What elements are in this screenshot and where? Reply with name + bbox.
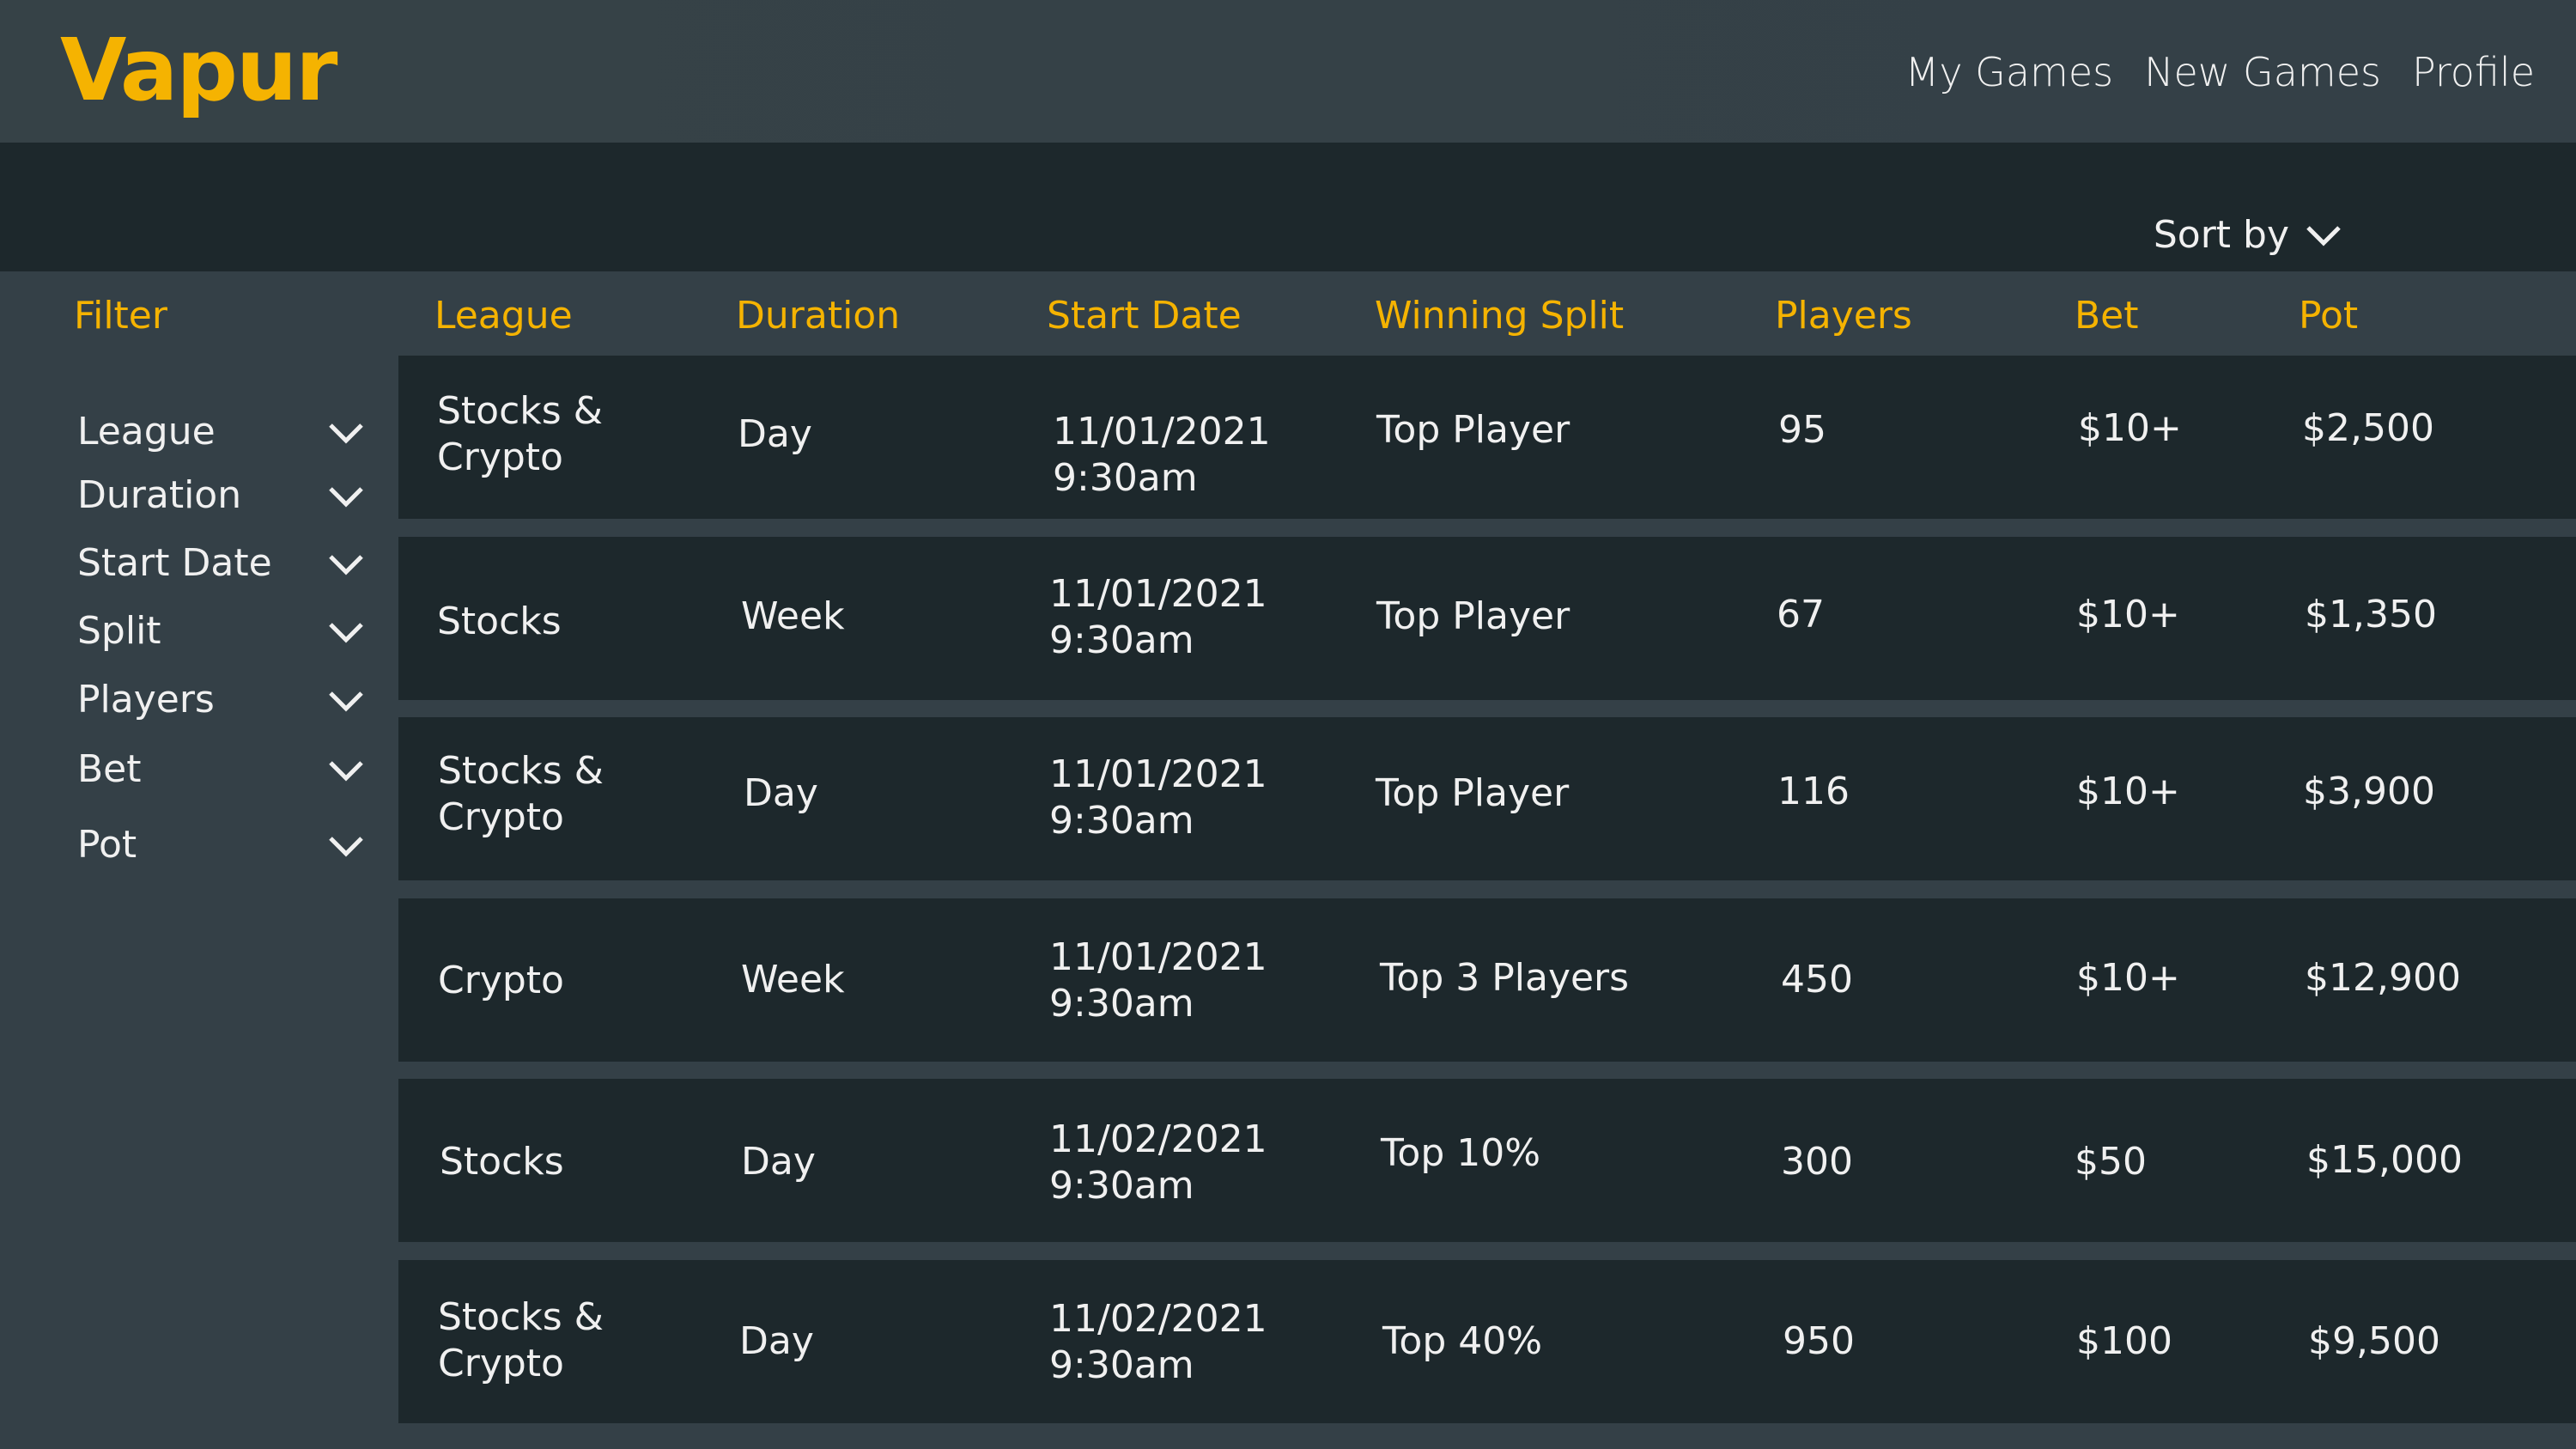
cell-pot: $2,500 bbox=[2302, 406, 2434, 450]
filter-sidebar: League Duration Start Date Split Players… bbox=[0, 357, 397, 1449]
filter-pot[interactable]: Pot bbox=[77, 817, 369, 874]
top-bar: Vapur My Games New Games Profile bbox=[0, 0, 2576, 143]
cell-start-date: 11/02/2021 9:30am bbox=[1049, 1117, 1267, 1208]
filter-league[interactable]: League bbox=[77, 404, 369, 460]
filter-split[interactable]: Split bbox=[77, 603, 369, 660]
cell-pot: $15,000 bbox=[2306, 1138, 2463, 1182]
table-row[interactable]: Stocks & Crypto Day 11/01/2021 9:30am To… bbox=[398, 356, 2576, 519]
cell-players: 67 bbox=[1777, 593, 1825, 636]
cell-winning-split: Top 40% bbox=[1382, 1319, 1543, 1363]
filter-duration[interactable]: Duration bbox=[77, 467, 369, 524]
chevron-down-icon bbox=[329, 691, 363, 712]
cell-winning-split: Top Player bbox=[1376, 408, 1571, 452]
column-header-row: Filter League Duration Start Date Winnin… bbox=[0, 271, 2576, 357]
sort-by-label: Sort by bbox=[2153, 213, 2289, 257]
cell-bet: $10+ bbox=[2076, 770, 2180, 813]
chevron-down-icon bbox=[329, 837, 363, 857]
cell-players: 300 bbox=[1781, 1140, 1853, 1184]
cell-bet: $10+ bbox=[2076, 956, 2180, 1000]
nav-new-games[interactable]: New Games bbox=[2144, 45, 2381, 100]
chevron-down-icon bbox=[2306, 226, 2341, 247]
filter-start-date[interactable]: Start Date bbox=[77, 535, 369, 592]
cell-start-date: 11/01/2021 9:30am bbox=[1049, 935, 1267, 1026]
nav-my-games[interactable]: My Games bbox=[1905, 45, 2113, 100]
filter-label: Start Date bbox=[77, 541, 272, 585]
column-header-winning-split[interactable]: Winning Split bbox=[1375, 290, 1624, 342]
cell-league: Stocks & Crypto bbox=[438, 1295, 604, 1385]
cell-duration: Week bbox=[741, 958, 845, 1002]
cell-league: Crypto bbox=[438, 959, 564, 1002]
chevron-down-icon bbox=[329, 555, 363, 575]
cell-winning-split: Top Player bbox=[1376, 771, 1570, 815]
cell-winning-split: Top 10% bbox=[1381, 1131, 1541, 1175]
cell-pot: $1,350 bbox=[2305, 593, 2437, 636]
cell-pot: $12,900 bbox=[2305, 956, 2461, 1000]
sort-by-dropdown[interactable]: Sort by bbox=[2154, 210, 2342, 261]
cell-pot: $9,500 bbox=[2308, 1319, 2440, 1363]
cell-bet: $100 bbox=[2076, 1319, 2172, 1363]
cell-start-date: 11/01/2021 9:30am bbox=[1049, 752, 1267, 843]
cell-start-date: 11/02/2021 9:30am bbox=[1049, 1297, 1267, 1387]
chevron-down-icon bbox=[329, 423, 363, 444]
cell-bet: $10+ bbox=[2076, 593, 2180, 636]
filter-heading: Filter bbox=[74, 294, 167, 338]
chevron-down-icon bbox=[329, 487, 363, 508]
filter-label: Pot bbox=[77, 823, 137, 867]
cell-players: 450 bbox=[1781, 958, 1853, 1002]
table-row[interactable]: Stocks & Crypto Day 11/02/2021 9:30am To… bbox=[398, 1260, 2576, 1423]
column-header-duration[interactable]: Duration bbox=[736, 290, 900, 342]
cell-players: 950 bbox=[1783, 1319, 1855, 1363]
filter-bet[interactable]: Bet bbox=[77, 741, 369, 798]
filter-label: Bet bbox=[77, 747, 142, 791]
cell-league: Stocks bbox=[440, 1140, 564, 1184]
chevron-down-icon bbox=[329, 761, 363, 782]
table-row[interactable]: Stocks & Crypto Day 11/01/2021 9:30am To… bbox=[398, 717, 2576, 880]
table-row[interactable]: Stocks Day 11/02/2021 9:30am Top 10% 300… bbox=[398, 1079, 2576, 1242]
app-logo[interactable]: Vapur bbox=[60, 19, 337, 122]
nav-profile[interactable]: Profile bbox=[2412, 45, 2535, 100]
filter-players[interactable]: Players bbox=[77, 672, 369, 728]
filter-label: Players bbox=[77, 678, 215, 721]
cell-start-date: 11/01/2021 9:30am bbox=[1053, 410, 1271, 500]
cell-duration: Day bbox=[738, 412, 812, 456]
cell-start-date: 11/01/2021 9:30am bbox=[1049, 572, 1267, 662]
cell-duration: Day bbox=[744, 771, 818, 815]
cell-players: 95 bbox=[1778, 408, 1826, 452]
column-header-start-date[interactable]: Start Date bbox=[1047, 290, 1242, 342]
column-header-pot[interactable]: Pot bbox=[2299, 290, 2358, 342]
cell-players: 116 bbox=[1777, 770, 1850, 813]
cell-league: Stocks & Crypto bbox=[438, 749, 604, 839]
cell-duration: Day bbox=[741, 1140, 816, 1184]
cell-pot: $3,900 bbox=[2303, 770, 2435, 813]
column-header-bet[interactable]: Bet bbox=[2075, 290, 2139, 342]
column-header-players[interactable]: Players bbox=[1775, 290, 1912, 342]
table-row[interactable]: Crypto Week 11/01/2021 9:30am Top 3 Play… bbox=[398, 898, 2576, 1062]
cell-league: Stocks & Crypto bbox=[437, 389, 603, 479]
cell-bet: $10+ bbox=[2078, 406, 2182, 450]
toolbar-banner: Sort by bbox=[0, 143, 2576, 271]
cell-winning-split: Top 3 Players bbox=[1380, 956, 1630, 1000]
cell-duration: Week bbox=[741, 594, 845, 638]
cell-league: Stocks bbox=[437, 600, 562, 643]
chevron-down-icon bbox=[329, 623, 363, 643]
main-nav: My Games New Games Profile bbox=[1905, 45, 2535, 100]
cell-duration: Day bbox=[739, 1319, 814, 1363]
filter-label: Duration bbox=[77, 473, 242, 517]
filter-label: League bbox=[77, 410, 216, 454]
table-row[interactable]: Stocks Week 11/01/2021 9:30am Top Player… bbox=[398, 537, 2576, 700]
filter-label: Split bbox=[77, 609, 161, 653]
cell-bet: $50 bbox=[2075, 1140, 2147, 1184]
cell-winning-split: Top Player bbox=[1376, 594, 1571, 638]
column-header-league[interactable]: League bbox=[434, 290, 573, 342]
